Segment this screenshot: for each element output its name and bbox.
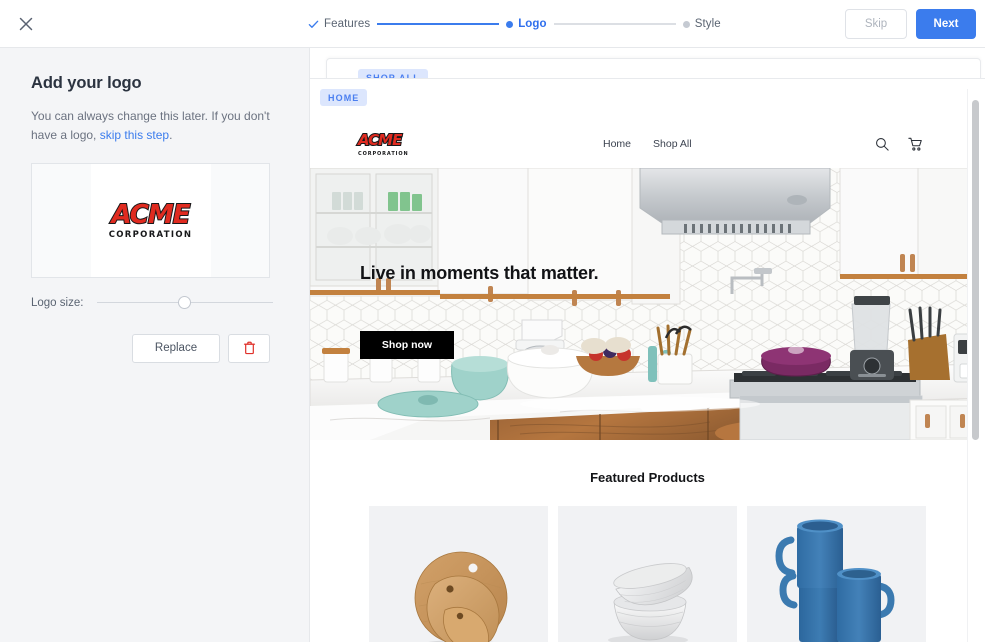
step-features[interactable]: Features bbox=[308, 18, 370, 30]
dot-filled-icon bbox=[506, 20, 514, 28]
nav-link-home[interactable]: Home bbox=[603, 138, 631, 150]
product-card-cutting-boards[interactable] bbox=[369, 506, 548, 642]
acme-logo-word: ACME bbox=[110, 199, 191, 230]
close-icon[interactable] bbox=[16, 14, 36, 34]
skip-button[interactable]: Skip bbox=[845, 9, 907, 39]
step-features-label: Features bbox=[324, 18, 371, 30]
check-icon bbox=[308, 20, 319, 28]
shop-now-button[interactable]: Shop now bbox=[360, 331, 454, 359]
wizard-stepper: Features Logo Style bbox=[308, 0, 721, 48]
next-button[interactable]: Next bbox=[916, 9, 976, 39]
preview-tab-chip-home[interactable]: HOME bbox=[320, 89, 368, 106]
step-logo-label: Logo bbox=[518, 18, 547, 30]
site-preview-panel: SHOP ALL HOME ACME CORPORATION Home Shop… bbox=[310, 48, 985, 642]
product-grid bbox=[310, 506, 985, 642]
stepper-connector-1 bbox=[377, 23, 500, 25]
logo-size-row: Logo size: bbox=[31, 295, 278, 310]
site-header: ACME CORPORATION Home Shop All bbox=[310, 120, 985, 168]
logo-settings-panel: Add your logo You can always change this… bbox=[0, 48, 310, 642]
nav-link-shop-all[interactable]: Shop All bbox=[653, 138, 692, 150]
dot-empty-icon bbox=[682, 20, 690, 28]
logo-canvas: ACME CORPORATION bbox=[90, 163, 211, 277]
trash-icon bbox=[243, 342, 255, 355]
acme-logo-subtitle: CORPORATION bbox=[108, 229, 193, 240]
featured-products-title: Featured Products bbox=[590, 470, 705, 485]
stepper-connector-2 bbox=[553, 23, 676, 25]
logo-action-buttons: Replace bbox=[31, 333, 270, 363]
preview-tab-stack: SHOP ALL HOME ACME CORPORATION Home Shop… bbox=[310, 48, 985, 642]
wooden-cutting-boards-image bbox=[369, 506, 548, 642]
panel-description: You can always change this later. If you… bbox=[31, 107, 278, 145]
logo-size-slider[interactable] bbox=[97, 295, 274, 310]
blue-enamel-mugs-image bbox=[747, 506, 926, 642]
step-logo[interactable]: Logo bbox=[506, 18, 547, 30]
description-text-end: . bbox=[169, 127, 173, 142]
product-card-blue-mugs[interactable] bbox=[747, 506, 926, 642]
skip-this-step-link[interactable]: skip this step bbox=[100, 128, 169, 142]
product-card-ceramic-bowls[interactable] bbox=[558, 506, 737, 642]
hero-heading: Live in moments that matter. bbox=[360, 263, 599, 283]
topbar-actions: Skip Next bbox=[845, 9, 976, 39]
site-logo-word: ACME bbox=[357, 130, 403, 150]
page-title: Add your logo bbox=[31, 74, 142, 92]
step-style-label: Style bbox=[694, 18, 721, 30]
ceramic-bowls-image bbox=[558, 506, 737, 642]
logo-preview-box: ACME CORPORATION bbox=[31, 162, 270, 278]
cart-icon[interactable] bbox=[908, 137, 923, 152]
site-logo[interactable]: ACME CORPORATION bbox=[357, 129, 420, 159]
acme-logo: ACME CORPORATION bbox=[108, 199, 193, 240]
wizard-topbar: Features Logo Style Skip Next bbox=[0, 0, 985, 48]
site-header-icons bbox=[875, 120, 923, 168]
preview-scrollbar[interactable] bbox=[972, 100, 979, 440]
slider-thumb[interactable] bbox=[178, 295, 192, 309]
preview-tab-card-home: HOME ACME CORPORATION Home Shop All Live… bbox=[310, 78, 985, 642]
hero-kitchen-image bbox=[310, 168, 985, 440]
site-frame: ACME CORPORATION Home Shop All Live in m… bbox=[310, 120, 985, 642]
site-logo-subtitle: CORPORATION bbox=[358, 151, 409, 157]
replace-button[interactable]: Replace bbox=[132, 333, 220, 363]
logo-size-label: Logo size: bbox=[31, 296, 84, 309]
step-style[interactable]: Style bbox=[682, 18, 721, 30]
search-icon[interactable] bbox=[875, 137, 889, 151]
delete-logo-button[interactable] bbox=[228, 333, 270, 363]
site-nav: Home Shop All bbox=[603, 120, 692, 168]
hero-banner: Live in moments that matter. Shop now bbox=[310, 168, 985, 440]
